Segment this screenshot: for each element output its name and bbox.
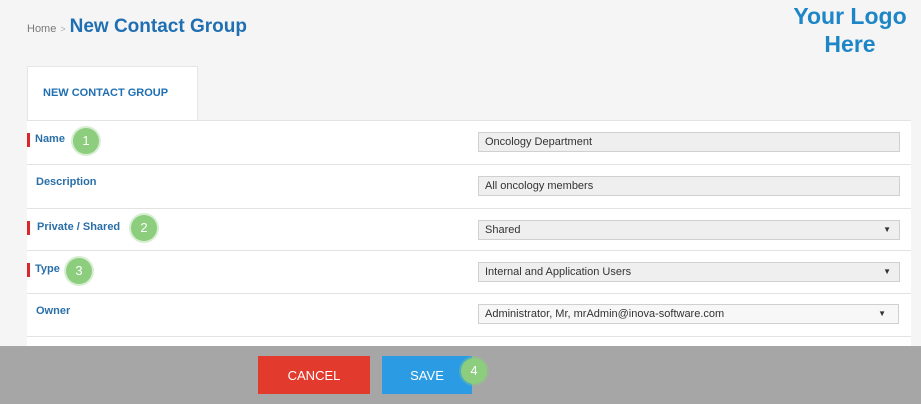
description-input[interactable]: [485, 180, 885, 192]
chevron-down-icon: ▼: [883, 267, 891, 276]
breadcrumb-separator: >: [60, 24, 66, 34]
type-label: Type: [35, 263, 60, 275]
owner-select[interactable]: Administrator, Mr, mrAdmin@inova-softwar…: [478, 304, 899, 324]
owner-value: Administrator, Mr, mrAdmin@inova-softwar…: [485, 308, 725, 320]
breadcrumb: Home > New Contact Group: [27, 16, 247, 38]
required-marker: [27, 221, 30, 235]
chevron-down-icon: ▼: [883, 225, 891, 234]
private-shared-label: Private / Shared: [37, 221, 121, 233]
logo: Your Logo Here: [770, 2, 921, 58]
page-header: Home > New Contact Group Your Logo Here: [0, 0, 921, 66]
name-input-field[interactable]: [478, 132, 900, 152]
cancel-button[interactable]: CANCEL: [258, 356, 370, 394]
description-label: Description: [36, 176, 97, 188]
required-marker: [27, 133, 30, 147]
page-title: New Contact Group: [69, 16, 247, 37]
required-marker: [27, 263, 30, 277]
form-row-name: Name 1: [27, 121, 911, 165]
logo-line-2: Here: [824, 31, 876, 57]
step-badge-1: 1: [73, 128, 99, 154]
private-shared-value: Shared: [485, 224, 521, 236]
private-shared-select[interactable]: Shared ▼: [478, 220, 900, 240]
form-panel: Name 1 Description Private / Shared 2 Sh…: [27, 120, 911, 347]
tab-label: NEW CONTACT GROUP: [43, 87, 169, 99]
name-label: Name: [35, 133, 65, 145]
logo-line-1: Your Logo: [793, 3, 907, 29]
save-button[interactable]: SAVE: [382, 356, 472, 394]
step-badge-4: 4: [461, 358, 487, 384]
form-row-private-shared: Private / Shared 2 Shared ▼: [27, 209, 911, 251]
step-badge-2: 2: [131, 215, 157, 241]
description-input-field[interactable]: [478, 176, 900, 196]
owner-label: Owner: [36, 305, 71, 317]
tab-new-contact-group[interactable]: NEW CONTACT GROUP: [27, 66, 198, 121]
chevron-down-icon: ▼: [878, 309, 886, 318]
type-select[interactable]: Internal and Application Users ▼: [478, 262, 900, 282]
form-row-owner: Owner Administrator, Mr, mrAdmin@inova-s…: [27, 294, 911, 337]
type-value: Internal and Application Users: [485, 266, 632, 278]
form-row-description: Description: [27, 165, 911, 209]
action-bar: CANCEL SAVE 4: [0, 346, 921, 404]
name-input[interactable]: [485, 136, 885, 148]
step-badge-3: 3: [66, 258, 92, 284]
form-row-type: Type 3 Internal and Application Users ▼: [27, 251, 911, 294]
breadcrumb-home-link[interactable]: Home: [27, 23, 56, 35]
